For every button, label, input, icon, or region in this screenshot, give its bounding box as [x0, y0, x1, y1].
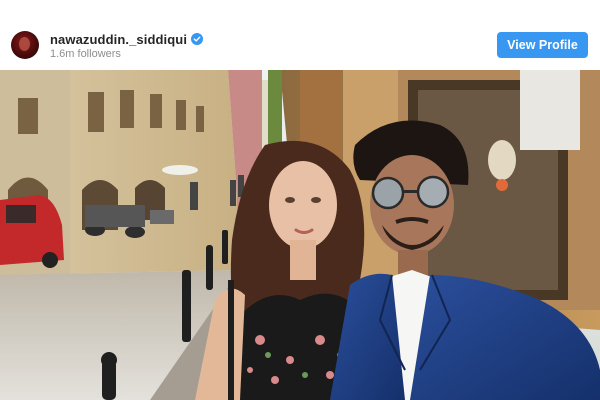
follower-count: 1.6m followers	[50, 48, 121, 60]
username[interactable]: nawazuddin._siddiqui	[50, 32, 187, 47]
verified-badge-icon	[191, 33, 204, 45]
post-photo	[0, 70, 600, 400]
username-row: nawazuddin._siddiqui	[50, 31, 204, 47]
view-profile-button[interactable]: View Profile	[497, 32, 588, 58]
avatar[interactable]	[11, 31, 39, 59]
selfie-photo-illustration	[0, 70, 600, 400]
embed-header: nawazuddin._siddiqui 1.6m followers View…	[0, 0, 600, 70]
avatar-face	[19, 37, 30, 51]
